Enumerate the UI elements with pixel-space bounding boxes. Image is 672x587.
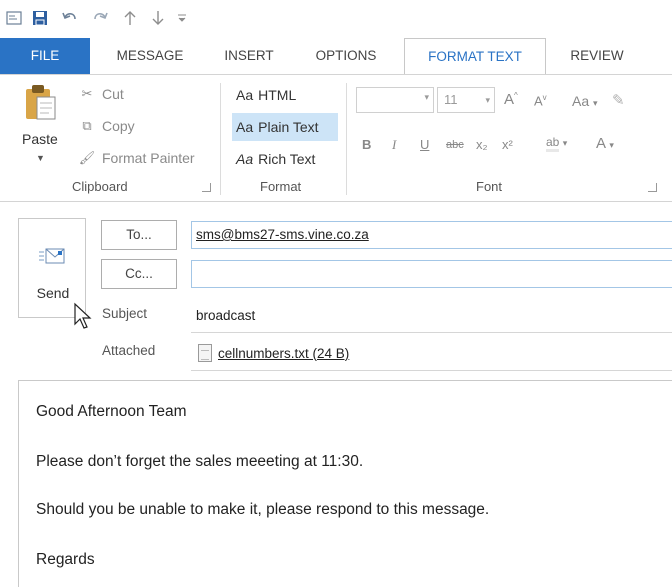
paste-button[interactable]: Paste ▼ <box>16 83 66 169</box>
clipboard-group-label: Clipboard <box>72 179 128 194</box>
send-envelope-icon <box>39 248 65 264</box>
aa-icon: Aa <box>236 151 254 167</box>
strikethrough-button[interactable]: abc <box>446 139 464 151</box>
grow-font-label: A <box>504 91 515 108</box>
format-html-label: HTML <box>258 87 297 103</box>
brush-icon: 🖌 <box>78 150 96 165</box>
format-painter-label: Format Painter <box>102 150 195 166</box>
send-label: Send <box>36 285 70 301</box>
clipboard-icon <box>26 85 56 120</box>
paste-label: Paste <box>22 131 58 147</box>
body-line: Should you be unable to make it, please … <box>36 501 490 518</box>
cut-button[interactable]: ✂ Cut <box>78 85 124 103</box>
body-line: Good Afternoon Team <box>36 403 187 420</box>
attached-underline <box>191 370 672 371</box>
chevron-down-icon: ▾ <box>485 95 490 105</box>
attachment-name[interactable]: cellnumbers.txt (24 B) <box>218 346 349 361</box>
cc-button[interactable]: Cc... <box>101 259 177 289</box>
tab-file[interactable]: FILE <box>0 38 90 74</box>
font-size-value: 11 <box>444 92 458 107</box>
subject-label: Subject <box>102 306 148 321</box>
tab-review[interactable]: REVIEW <box>556 38 638 74</box>
bold-button[interactable]: B <box>362 137 371 152</box>
subscript-button[interactable]: x₂ <box>476 137 488 152</box>
subject-underline <box>191 332 672 333</box>
undo-icon[interactable] <box>60 8 80 28</box>
group-divider <box>346 83 347 195</box>
down-arrow-icon[interactable] <box>148 8 168 28</box>
copy-label: Copy <box>102 118 135 134</box>
group-divider <box>220 83 221 195</box>
font-name-dropdown[interactable]: ▾ <box>356 87 434 113</box>
underline-button[interactable]: U <box>420 137 429 152</box>
to-button[interactable]: To... <box>101 220 177 250</box>
font-size-dropdown[interactable]: 11 ▾ <box>437 87 495 113</box>
to-recipient[interactable]: sms@bms27-sms.vine.co.za <box>196 227 369 242</box>
message-body[interactable]: Good Afternoon Team Please don’t forget … <box>18 380 672 587</box>
italic-button[interactable]: I <box>392 137 396 153</box>
chevron-down-icon: ▾ <box>424 92 429 102</box>
clear-formatting-icon[interactable]: ✎ <box>612 91 625 109</box>
tab-options[interactable]: OPTIONS <box>300 38 392 74</box>
font-color-button[interactable]: A ▾ <box>596 135 614 152</box>
format-rich-text-label: Rich Text <box>258 151 316 167</box>
tab-insert[interactable]: INSERT <box>212 38 286 74</box>
change-case-label: Aa <box>572 93 590 109</box>
font-color-label: A <box>596 135 606 152</box>
text-file-icon <box>198 344 212 362</box>
up-arrow-icon[interactable] <box>120 8 140 28</box>
ribbon: Paste ▼ ✂ Cut ⧉ Copy 🖌 Format Painter Cl… <box>0 74 672 202</box>
cut-label: Cut <box>102 86 124 102</box>
quick-access-toolbar <box>0 0 672 38</box>
shrink-font-button[interactable]: Av <box>534 93 547 108</box>
shrink-font-label: A <box>534 93 543 109</box>
format-plain-text-label: Plain Text <box>258 119 319 135</box>
format-plain-text-button[interactable]: Aa Plain Text <box>232 113 338 141</box>
font-group-label: Font <box>476 179 503 194</box>
subject-field[interactable]: broadcast <box>196 308 255 323</box>
ribbon-tabs: FILE MESSAGE INSERT OPTIONS FORMAT TEXT … <box>0 38 672 75</box>
copy-button[interactable]: ⧉ Copy <box>78 117 135 135</box>
save-icon[interactable] <box>30 8 50 28</box>
redo-icon[interactable] <box>90 8 110 28</box>
format-html-button[interactable]: Aa HTML <box>232 81 338 109</box>
change-case-button[interactable]: Aa ▾ <box>572 93 598 109</box>
tab-message[interactable]: MESSAGE <box>102 38 198 74</box>
body-line: Please don’t forget the sales meeeting a… <box>36 453 364 470</box>
font-launcher-icon[interactable] <box>648 183 657 192</box>
format-group-label: Format <box>260 179 302 194</box>
customize-icon[interactable] <box>172 8 192 28</box>
highlight-button[interactable]: ab ▾ <box>546 135 567 152</box>
aa-icon: Aa <box>236 119 254 135</box>
paste-dropdown-icon: ▼ <box>36 153 45 163</box>
window-icon[interactable] <box>4 8 24 28</box>
format-rich-text-button[interactable]: Aa Rich Text <box>232 145 338 173</box>
tab-format-text[interactable]: FORMAT TEXT <box>404 38 546 75</box>
scissors-icon: ✂ <box>81 86 93 101</box>
attachment-item[interactable]: cellnumbers.txt (24 B) <box>198 344 349 362</box>
copy-icon: ⧉ <box>82 118 92 133</box>
highlight-label: ab <box>546 135 560 152</box>
aa-icon: Aa <box>236 87 254 103</box>
body-line: Regards <box>36 551 95 568</box>
cc-field[interactable] <box>191 260 672 288</box>
format-painter-button[interactable]: 🖌 Format Painter <box>78 149 195 167</box>
clipboard-launcher-icon[interactable] <box>202 183 211 192</box>
attached-label: Attached <box>102 343 156 358</box>
mouse-pointer-icon <box>74 302 92 329</box>
grow-font-button[interactable]: A^ <box>504 91 518 108</box>
to-field[interactable]: sms@bms27-sms.vine.co.za <box>191 221 672 249</box>
superscript-button[interactable]: x² <box>502 137 513 152</box>
